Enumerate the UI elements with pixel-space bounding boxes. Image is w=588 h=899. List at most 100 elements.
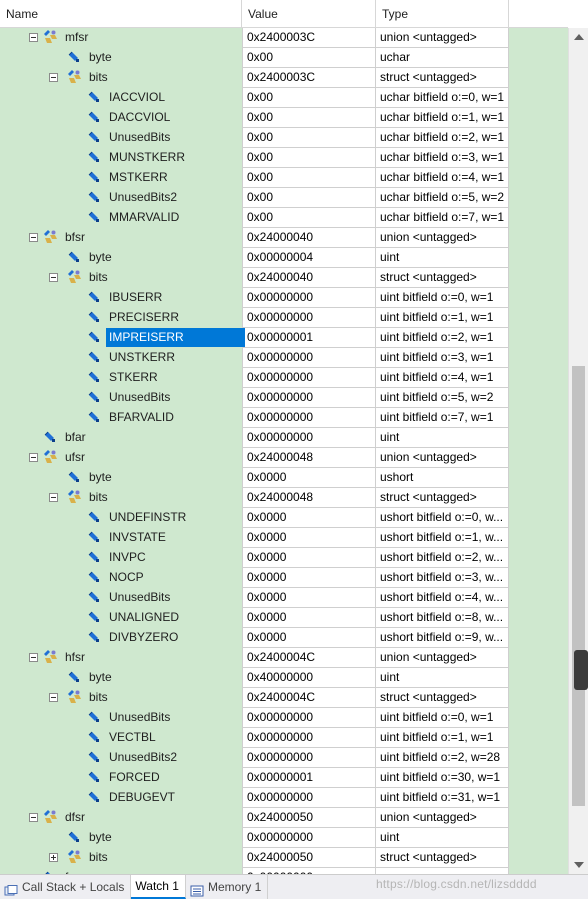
table-row[interactable]: MMARVALID 0x00 uchar bitfield o:=7, w=1 — [0, 208, 568, 228]
table-row[interactable]: IBUSERR 0x00000000 uint bitfield o:=0, w=1 — [0, 288, 568, 308]
name-cell[interactable]: byte — [0, 828, 242, 848]
table-row[interactable]: dfsr 0x24000050 union <untagged> — [0, 808, 568, 828]
value-cell[interactable]: 0x00000000 — [242, 788, 376, 808]
table-row[interactable]: UNDEFINSTR 0x0000 ushort bitfield o:=0, w.… — [0, 508, 568, 528]
table-row[interactable]: UnusedBits2 0x00000000 uint bitfield o:=2,… — [0, 748, 568, 768]
value-cell[interactable]: 0x00000004 — [242, 248, 376, 268]
table-row[interactable]: DACCVIOL 0x00 uchar bitfield o:=1, w=1 — [0, 108, 568, 128]
value-cell[interactable]: 0x24000048 — [242, 488, 376, 508]
value-cell[interactable]: 0x0000 — [242, 628, 376, 648]
collapse-icon[interactable] — [29, 33, 38, 42]
name-cell[interactable]: BFARVALID — [0, 408, 242, 428]
value-cell[interactable]: 0x00 — [242, 88, 376, 108]
name-cell[interactable]: dfsr — [0, 808, 242, 828]
column-header-name[interactable]: Name — [0, 0, 242, 28]
name-cell[interactable]: STKERR — [0, 368, 242, 388]
table-row[interactable]: STKERR 0x00000000 uint bitfield o:=4, w=1 — [0, 368, 568, 388]
value-cell[interactable]: 0x00 — [242, 208, 376, 228]
table-row[interactable]: UnusedBits 0x00 uchar bitfield o:=2, w=1 — [0, 128, 568, 148]
expand-icon[interactable] — [49, 853, 58, 862]
collapse-icon[interactable] — [49, 493, 58, 502]
table-row[interactable]: UNSTKERR 0x00000000 uint bitfield o:=3, w=… — [0, 348, 568, 368]
table-row[interactable]: byte 0x40000000 uint — [0, 668, 568, 688]
name-cell[interactable]: PRECISERR — [0, 308, 242, 328]
name-cell[interactable]: UnusedBits — [0, 388, 242, 408]
table-row[interactable]: bits 0x24000050 struct <untagged> — [0, 848, 568, 868]
name-cell[interactable]: MMARVALID — [0, 208, 242, 228]
table-row[interactable]: bfsr 0x24000040 union <untagged> — [0, 228, 568, 248]
name-cell[interactable]: bfar — [0, 428, 242, 448]
table-row[interactable]: DEBUGEVT 0x00000000 uint bitfield o:=31, w… — [0, 788, 568, 808]
name-cell[interactable]: IMPREISERR — [0, 328, 245, 348]
table-row[interactable]: bits 0x2400004C struct <untagged> — [0, 688, 568, 708]
value-cell[interactable]: 0x0000 — [242, 468, 376, 488]
name-cell[interactable]: UNSTKERR — [0, 348, 242, 368]
value-cell[interactable]: 0x0000 — [242, 588, 376, 608]
table-row[interactable]: MSTKERR 0x00 uchar bitfield o:=4, w=1 — [0, 168, 568, 188]
value-cell[interactable]: 0x0000 — [242, 528, 376, 548]
table-row[interactable]: INVPC 0x0000 ushort bitfield o:=2, w... — [0, 548, 568, 568]
name-cell[interactable]: DEBUGEVT — [0, 788, 242, 808]
collapse-icon[interactable] — [29, 233, 38, 242]
table-row[interactable]: UnusedBits2 0x00 uchar bitfield o:=5, w=2 — [0, 188, 568, 208]
column-header-value[interactable]: Value — [242, 0, 376, 28]
resize-gripper[interactable] — [574, 650, 588, 690]
value-cell[interactable]: 0x00 — [242, 168, 376, 188]
value-cell[interactable]: 0x00 — [242, 48, 376, 68]
name-cell[interactable]: bits — [0, 848, 242, 868]
name-cell[interactable]: VECTBL — [0, 728, 242, 748]
table-row[interactable]: byte 0x0000 ushort — [0, 468, 568, 488]
table-row[interactable]: bfar 0x00000000 uint — [0, 428, 568, 448]
table-row[interactable]: mfsr 0x2400003C union <untagged> — [0, 28, 568, 48]
name-cell[interactable]: UnusedBits2 — [0, 748, 242, 768]
table-row[interactable]: FORCED 0x00000001 uint bitfield o:=30, w=1 — [0, 768, 568, 788]
value-cell[interactable]: 0x24000040 — [242, 268, 376, 288]
collapse-icon[interactable] — [49, 73, 58, 82]
value-cell[interactable]: 0x00000000 — [242, 308, 376, 328]
name-cell[interactable]: MUNSTKERR — [0, 148, 242, 168]
scroll-up-arrow-icon[interactable] — [574, 34, 584, 40]
table-row[interactable]: hfsr 0x2400004C union <untagged> — [0, 648, 568, 668]
value-cell[interactable]: 0x40000000 — [242, 668, 376, 688]
name-cell[interactable]: bits — [0, 68, 242, 88]
name-cell[interactable]: ufsr — [0, 448, 242, 468]
table-row[interactable]: byte 0x00000004 uint — [0, 248, 568, 268]
value-cell[interactable]: 0x24000040 — [242, 228, 376, 248]
name-cell[interactable]: UNDEFINSTR — [0, 508, 242, 528]
name-cell[interactable]: hfsr — [0, 648, 242, 668]
name-cell[interactable]: byte — [0, 668, 242, 688]
name-cell[interactable]: bfsr — [0, 228, 242, 248]
collapse-icon[interactable] — [29, 453, 38, 462]
scroll-thumb[interactable] — [572, 366, 585, 806]
table-row[interactable]: DIVBYZERO 0x0000 ushort bitfield o:=9, w..… — [0, 628, 568, 648]
value-cell[interactable]: 0x00000001 — [242, 768, 376, 788]
table-row[interactable]: IMPREISERR 0x00000001 uint bitfield o:=2, … — [0, 328, 568, 348]
name-cell[interactable]: byte — [0, 248, 242, 268]
value-cell[interactable]: 0x00000000 — [242, 748, 376, 768]
name-cell[interactable]: bits — [0, 688, 242, 708]
table-row[interactable]: UNALIGNED 0x0000 ushort bitfield o:=8, w..… — [0, 608, 568, 628]
tab-call-stack-locals[interactable]: Call Stack + Locals — [0, 875, 132, 899]
value-cell[interactable]: 0x00000000 — [242, 368, 376, 388]
column-header-type[interactable]: Type — [376, 0, 509, 28]
name-cell[interactable]: bits — [0, 488, 242, 508]
value-cell[interactable]: 0x0000 — [242, 548, 376, 568]
name-cell[interactable]: NOCP — [0, 568, 242, 588]
table-row[interactable]: ufsr 0x24000048 union <untagged> — [0, 448, 568, 468]
table-row[interactable]: byte 0x00 uchar — [0, 48, 568, 68]
value-cell[interactable]: 0x24000050 — [242, 808, 376, 828]
value-cell[interactable]: 0x00 — [242, 188, 376, 208]
value-cell[interactable]: 0x0000 — [242, 568, 376, 588]
table-row[interactable]: BFARVALID 0x00000000 uint bitfield o:=7, w… — [0, 408, 568, 428]
name-cell[interactable]: INVSTATE — [0, 528, 242, 548]
collapse-icon[interactable] — [49, 273, 58, 282]
collapse-icon[interactable] — [49, 693, 58, 702]
table-row[interactable]: MUNSTKERR 0x00 uchar bitfield o:=3, w=1 — [0, 148, 568, 168]
value-cell[interactable]: 0x0000 — [242, 608, 376, 628]
name-cell[interactable]: UnusedBits2 — [0, 188, 242, 208]
collapse-icon[interactable] — [29, 653, 38, 662]
name-cell[interactable]: FORCED — [0, 768, 242, 788]
value-cell[interactable]: 0x24000048 — [242, 448, 376, 468]
name-cell[interactable]: byte — [0, 48, 242, 68]
value-cell[interactable]: 0x00 — [242, 108, 376, 128]
